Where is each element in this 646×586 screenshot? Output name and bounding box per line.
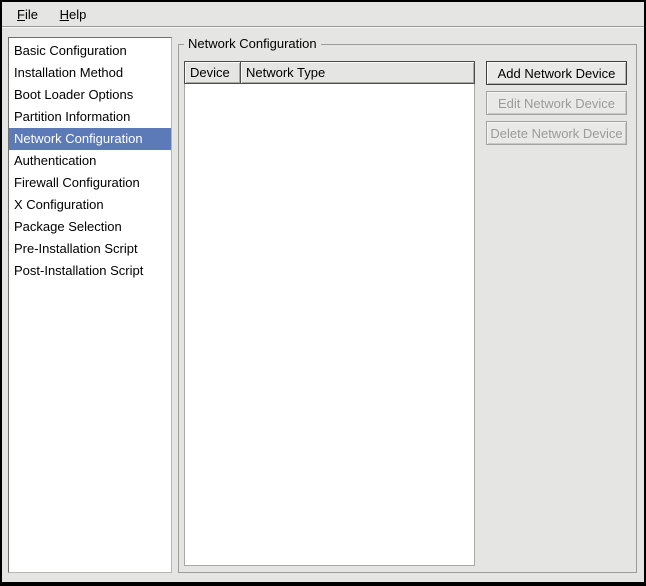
sidebar-item-pre-installation-script[interactable]: Pre-Installation Script <box>9 238 171 260</box>
sidebar-item-boot-loader-options[interactable]: Boot Loader Options <box>9 84 171 106</box>
device-table-header: Device Network Type <box>184 61 475 84</box>
sidebar-item-installation-method[interactable]: Installation Method <box>9 62 171 84</box>
sidebar-item-package-selection[interactable]: Package Selection <box>9 216 171 238</box>
menu-file[interactable]: File <box>8 2 47 27</box>
network-device-list[interactable] <box>184 84 475 566</box>
add-network-device-button[interactable]: Add Network Device <box>486 61 627 85</box>
column-header-device[interactable]: Device <box>185 62 241 83</box>
sidebar-item-x-configuration[interactable]: X Configuration <box>9 194 171 216</box>
menu-help[interactable]: Help <box>51 2 96 27</box>
sidebar-item-post-installation-script[interactable]: Post-Installation Script <box>9 260 171 282</box>
sidebar-item-authentication[interactable]: Authentication <box>9 150 171 172</box>
sidebar-item-network-configuration[interactable]: Network Configuration <box>9 128 171 150</box>
frame-title: Network Configuration <box>184 36 321 52</box>
window-content: File Help Basic Configuration Installati… <box>2 2 644 582</box>
sidebar-item-firewall-configuration[interactable]: Firewall Configuration <box>9 172 171 194</box>
sidebar-item-basic-configuration[interactable]: Basic Configuration <box>9 40 171 62</box>
delete-network-device-button[interactable]: Delete Network Device <box>486 121 627 145</box>
sidebar-item-partition-information[interactable]: Partition Information <box>9 106 171 128</box>
edit-network-device-button[interactable]: Edit Network Device <box>486 91 627 115</box>
menubar: File Help <box>2 2 644 27</box>
section-list: Basic Configuration Installation Method … <box>8 37 172 573</box>
column-header-network-type[interactable]: Network Type <box>241 62 474 83</box>
kickstart-configurator-window: File Help Basic Configuration Installati… <box>0 0 646 586</box>
